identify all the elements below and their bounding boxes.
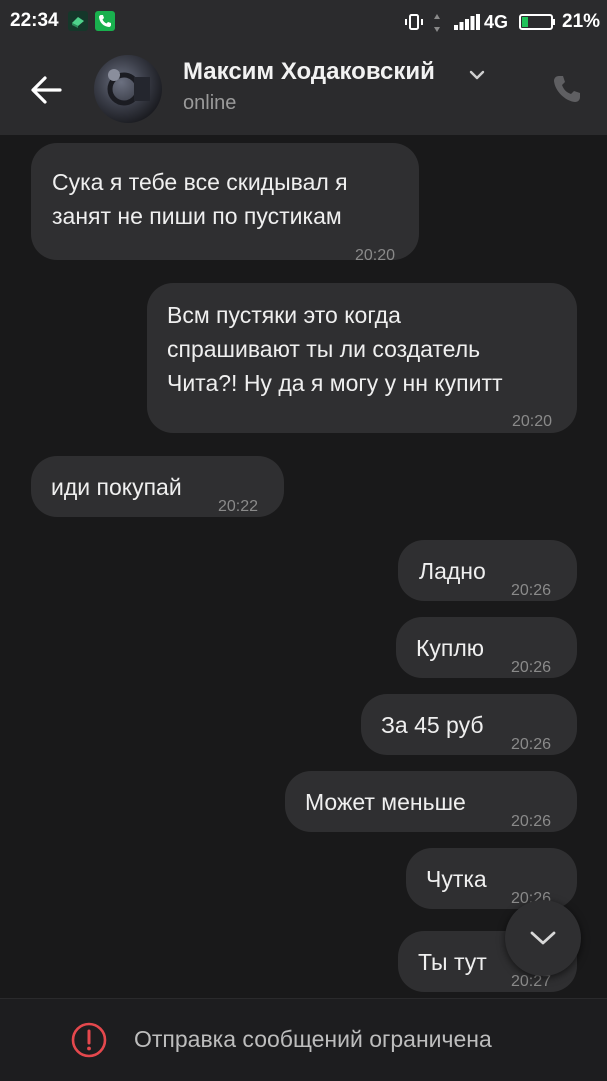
message-text: Всм пустяки это когда спрашивают ты ли с… — [167, 302, 503, 396]
app-notification-icon — [68, 11, 88, 31]
message-outgoing[interactable]: Ладно 20:26 — [398, 540, 577, 601]
message-text: Может меньше — [305, 789, 466, 815]
phone-icon[interactable] — [550, 72, 584, 106]
message-time: 20:20 — [512, 413, 553, 430]
chat-header: Максим Ходаковский online — [0, 44, 607, 135]
message-outgoing[interactable]: Всм пустяки это когда спрашивают ты ли с… — [147, 283, 577, 433]
exclamation-circle-icon — [71, 1022, 107, 1058]
message-outgoing[interactable]: За 45 руб 20:26 — [361, 694, 577, 755]
chevron-down-icon[interactable] — [468, 68, 486, 82]
message-outgoing[interactable]: Может меньше 20:26 — [285, 771, 577, 832]
message-incoming[interactable]: Сука я тебе все скидывал я занят не пиши… — [31, 143, 419, 264]
network-type: 4G — [484, 12, 509, 32]
vibrate-icon — [405, 14, 423, 30]
chevron-down-icon — [530, 931, 556, 945]
scroll-down-button[interactable] — [505, 900, 581, 976]
data-transfer-icon — [434, 14, 440, 32]
message-incoming[interactable]: иди покупай 20:22 — [31, 456, 284, 517]
message-time: 20:22 — [218, 498, 259, 515]
contact-status: online — [183, 92, 237, 114]
status-bar: 22:34 4G 21% — [0, 0, 607, 44]
message-outgoing[interactable]: Куплю 20:26 — [396, 617, 577, 678]
avatar[interactable] — [94, 55, 162, 123]
message-outgoing[interactable]: Чутка 20:26 — [406, 848, 577, 909]
status-time: 22:34 — [10, 10, 59, 31]
message-time: 20:26 — [511, 582, 552, 599]
restriction-bar: Отправка сообщений ограничена — [0, 998, 607, 1081]
arrow-left-icon[interactable] — [26, 70, 66, 110]
message-text: Сука я тебе все скидывал я занят не пиши… — [52, 169, 348, 229]
message-text: Ты тут — [418, 949, 487, 975]
message-time: 20:26 — [511, 659, 552, 676]
battery-percent: 21% — [562, 11, 601, 32]
message-text: Куплю — [416, 635, 485, 661]
message-list[interactable]: Сука я тебе все скидывал я занят не пиши… — [0, 135, 607, 1000]
contact-name[interactable]: Максим Ходаковский — [183, 58, 435, 86]
message-time: 20:26 — [511, 736, 552, 753]
battery-icon — [519, 14, 555, 30]
message-time: 20:20 — [355, 247, 396, 264]
phone-notification-icon — [95, 11, 115, 31]
signal-icon — [454, 14, 480, 30]
message-text: Ладно — [419, 558, 486, 584]
restriction-text: Отправка сообщений ограничена — [134, 1026, 492, 1052]
message-time: 20:26 — [511, 813, 552, 830]
message-text: иди покупай — [51, 474, 182, 500]
message-text: За 45 руб — [381, 712, 484, 738]
message-text: Чутка — [426, 866, 487, 892]
